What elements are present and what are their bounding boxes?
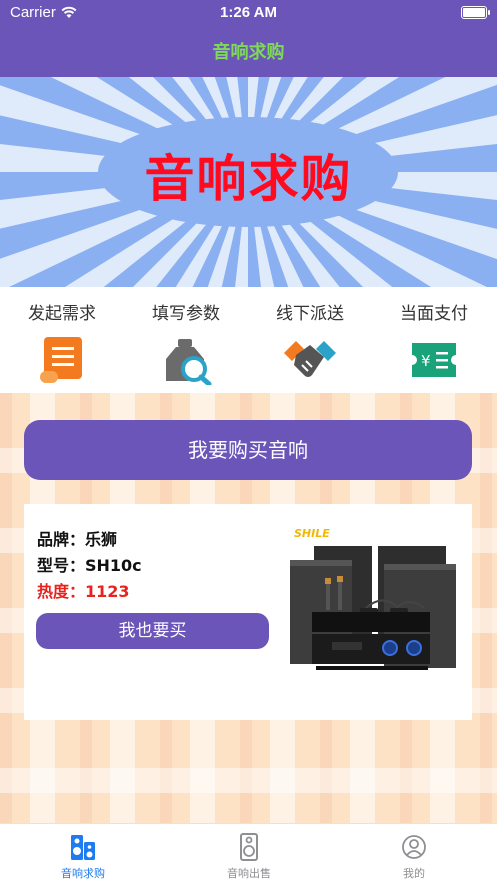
handshake-icon (284, 341, 336, 377)
profile-icon (402, 835, 426, 859)
tab-bar: 音响求购 音响出售 我的 (0, 823, 497, 883)
product-brand: 品牌：乐狮 (37, 530, 118, 549)
tab-label: 音响出售 (227, 867, 271, 880)
magnifier-icon (166, 339, 212, 385)
speaker-request-icon (71, 835, 95, 860)
steps-row: 发起需求 填写参数 线下派送 当面支付 ¥ (0, 287, 497, 393)
product-model: 型号：SH10c (37, 556, 142, 575)
battery-icon (461, 6, 490, 19)
step-initiate[interactable]: 发起需求 (0, 299, 124, 385)
tab-speaker-sale[interactable]: 音响出售 (166, 832, 332, 881)
tab-label: 音响求购 (61, 867, 105, 880)
content-area: 我要购买音响 品牌：乐狮 型号：SH10c 热度：1123 我也要买 SHILE (0, 393, 497, 823)
step-delivery[interactable]: 线下派送 (248, 299, 372, 385)
speaker-icon (240, 833, 258, 861)
svg-text:¥: ¥ (421, 352, 431, 370)
tab-mine[interactable]: 我的 (331, 832, 497, 881)
product-image: SHILE (290, 527, 456, 670)
product-card[interactable]: 品牌：乐狮 型号：SH10c 热度：1123 我也要买 SHILE (24, 504, 472, 720)
top-bar: Carrier 1:26 AM 音响求购 (0, 0, 497, 77)
payment-ticket-icon: ¥ (412, 343, 456, 377)
step-fill-params[interactable]: 填写参数 (124, 299, 248, 385)
step-label: 发起需求 (28, 304, 96, 324)
step-label: 填写参数 (152, 304, 220, 324)
tab-label: 我的 (403, 867, 425, 880)
status-time: 1:26 AM (220, 4, 277, 21)
step-label: 当面支付 (400, 304, 468, 324)
step-payment[interactable]: 当面支付 ¥ (372, 299, 496, 385)
nav-title: 音响求购 (212, 42, 285, 63)
scroll-icon (40, 337, 82, 383)
brand-logo: SHILE (294, 527, 330, 540)
step-label: 线下派送 (276, 304, 344, 324)
also-buy-button[interactable]: 我也要买 (36, 613, 269, 649)
status-bar: Carrier 1:26 AM (0, 0, 497, 26)
banner-title: 音响求购 (144, 150, 353, 208)
banner: 音响求购 (0, 77, 497, 287)
tab-speaker-request[interactable]: 音响求购 (0, 832, 166, 881)
buy-speaker-button[interactable]: 我要购买音响 (24, 420, 472, 480)
product-heat: 热度：1123 (37, 582, 130, 601)
